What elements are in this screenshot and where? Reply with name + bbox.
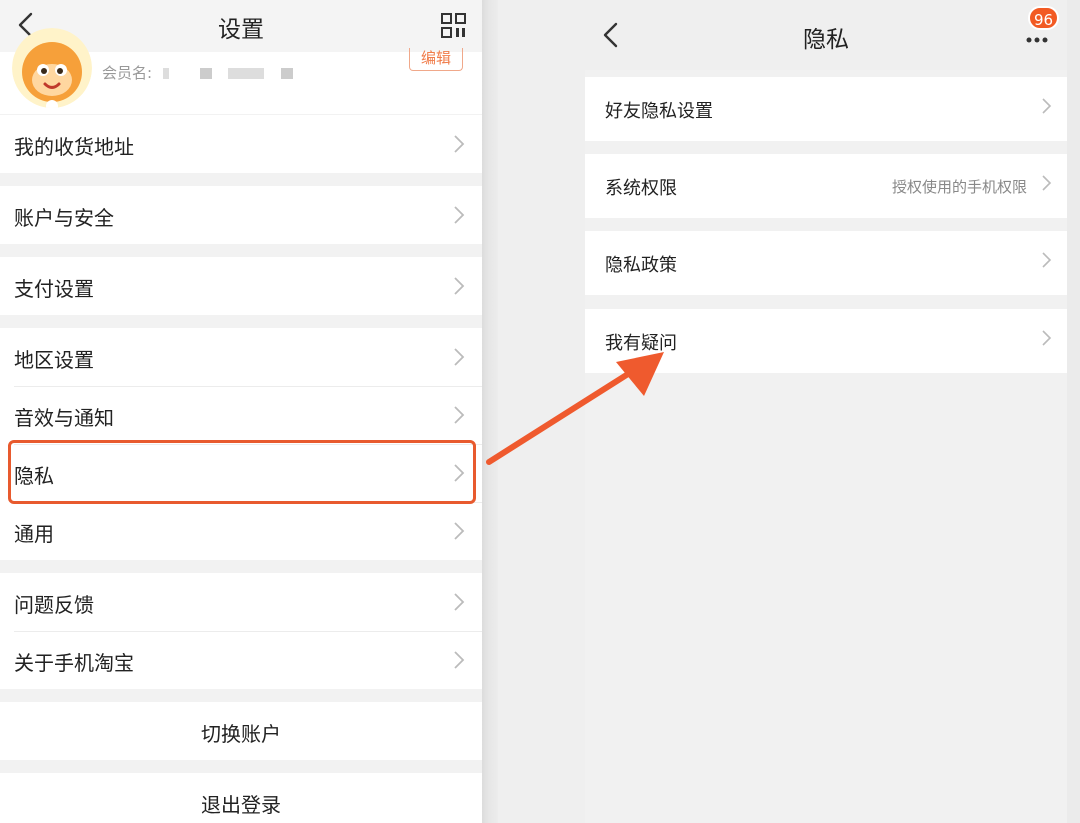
settings-item-account-security[interactable]: 账户与安全 [0, 186, 482, 244]
privacy-item-questions[interactable]: 我有疑问 [585, 309, 1067, 373]
settings-item-general[interactable]: 通用 [0, 502, 482, 560]
redacted-text [162, 68, 169, 79]
privacy-item-label: 我有疑问 [605, 333, 677, 354]
page-title: 隐私 [803, 27, 849, 53]
chevron-right-icon [454, 277, 465, 295]
chevron-right-icon [454, 135, 465, 153]
chevron-right-icon [454, 206, 465, 224]
member-name: 会员名: [102, 62, 294, 83]
privacy-screen-backdrop: 隐私 96 好友隐私设置 系统权限 授权使用的手机权限 隐私政策 我有疑问 [498, 0, 1080, 823]
chevron-right-icon [454, 406, 465, 424]
redacted-text [281, 68, 294, 79]
profile-card[interactable]: 会员名: 编辑 [0, 28, 482, 114]
settings-item-payment[interactable]: 支付设置 [0, 257, 482, 315]
switch-account-button[interactable]: 切换账户 [0, 702, 482, 760]
privacy-item-system-permissions[interactable]: 系统权限 授权使用的手机权限 [585, 154, 1067, 218]
settings-item-label: 通用 [14, 522, 54, 546]
qr-scan-icon[interactable] [440, 12, 468, 40]
edit-button[interactable]: 编辑 [409, 48, 463, 71]
privacy-item-label: 系统权限 [605, 178, 677, 199]
chevron-right-icon [454, 522, 465, 540]
settings-item-address[interactable]: 我的收货地址 [0, 115, 482, 173]
member-label: 会员名: [102, 64, 153, 82]
privacy-item-policy[interactable]: 隐私政策 [585, 231, 1067, 295]
privacy-item-friend-settings[interactable]: 好友隐私设置 [585, 77, 1067, 141]
logout-label: 退出登录 [201, 793, 281, 817]
chevron-right-icon [1042, 252, 1052, 268]
privacy-nav-bar: 隐私 96 [585, 0, 1067, 70]
redacted-text [199, 68, 212, 79]
privacy-screen: 隐私 96 好友隐私设置 系统权限 授权使用的手机权限 隐私政策 我有疑问 [585, 0, 1067, 823]
redacted-text [228, 68, 265, 79]
settings-item-label: 账户与安全 [14, 206, 114, 230]
settings-item-label: 问题反馈 [14, 593, 94, 617]
avatar [12, 28, 92, 108]
settings-item-label: 地区设置 [14, 348, 94, 372]
settings-item-label: 支付设置 [14, 277, 94, 301]
privacy-item-subtitle: 授权使用的手机权限 [891, 178, 1027, 196]
chevron-right-icon [454, 651, 465, 669]
settings-item-label: 关于手机淘宝 [14, 651, 134, 675]
chevron-right-icon [1042, 98, 1052, 114]
privacy-highlight-box [8, 440, 476, 504]
side-strip [498, 0, 585, 823]
logout-button[interactable]: 退出登录 [0, 773, 482, 823]
settings-item-sound-notify[interactable]: 音效与通知 [0, 386, 482, 444]
pane-divider [482, 0, 498, 823]
settings-item-label: 我的收货地址 [14, 135, 134, 159]
settings-item-about[interactable]: 关于手机淘宝 [0, 631, 482, 689]
chevron-right-icon [454, 348, 465, 366]
settings-item-feedback[interactable]: 问题反馈 [0, 573, 482, 631]
settings-item-region[interactable]: 地区设置 [0, 328, 482, 386]
settings-item-label: 音效与通知 [14, 406, 114, 430]
chevron-right-icon [1042, 175, 1052, 191]
chevron-right-icon [1042, 330, 1052, 346]
privacy-item-label: 隐私政策 [605, 255, 677, 276]
chevron-right-icon [454, 593, 465, 611]
message-count-badge: 96 [1028, 6, 1060, 30]
privacy-item-label: 好友隐私设置 [605, 101, 713, 122]
switch-account-label: 切换账户 [201, 722, 281, 746]
settings-screen: 设置 会员名: 编辑 我的收货地址 账户与安全 支付设置 地区设置 音效与通知 … [0, 0, 482, 823]
